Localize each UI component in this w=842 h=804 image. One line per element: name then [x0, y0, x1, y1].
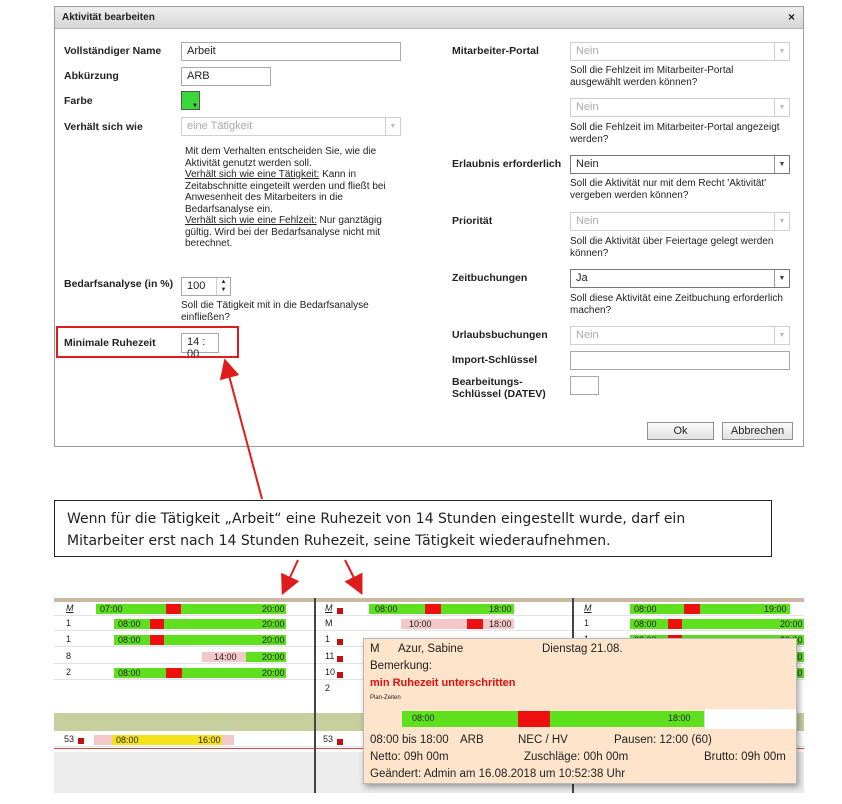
shift-start: 08:00	[375, 604, 398, 614]
tooltip-brutto: Brutto: 09h 00m	[704, 751, 786, 763]
tooltip-bar-start: 08:00	[412, 713, 435, 723]
row-tag: 8	[66, 651, 72, 661]
shift-start: 08:00	[634, 604, 657, 614]
break-marker	[425, 604, 441, 614]
shift-end: 20:00	[262, 668, 285, 678]
shift-start: 10:00	[409, 619, 432, 629]
row-tag: M	[66, 603, 74, 613]
break-marker	[467, 619, 483, 629]
break-marker	[668, 619, 682, 629]
shift-end: 20:00	[262, 652, 285, 662]
shift-tooltip: M Azur, Sabine Dienstag 21.08. Bemerkung…	[363, 638, 797, 784]
shift-bar[interactable]	[96, 604, 286, 614]
break-marker	[166, 668, 182, 678]
tooltip-surcharge: Zuschläge: 00h 00m	[524, 751, 629, 763]
tooltip-date: Dienstag 21.08.	[542, 643, 623, 655]
tooltip-break-marker	[518, 711, 550, 727]
schedule-row[interactable]: M 08:00 19:00	[574, 602, 804, 616]
break-marker	[166, 604, 181, 614]
flag-icon	[78, 738, 84, 744]
shift-end: 20:00	[780, 619, 803, 629]
shift-start: 08:00	[116, 735, 139, 745]
tooltip-netto: Netto: 09h 00m	[370, 751, 449, 763]
tooltip-group: NEC / HV	[518, 734, 568, 746]
shift-start: 08:00	[118, 619, 141, 629]
shift-end: 19:00	[764, 604, 787, 614]
shift-start: 14:00	[214, 652, 237, 662]
shift-start: 07:00	[100, 604, 123, 614]
tooltip-empty-slots	[704, 709, 796, 729]
tooltip-bar-end: 18:00	[668, 713, 691, 723]
row-tag: 2	[66, 667, 72, 677]
row-tag: 2	[325, 683, 331, 693]
row-tag: 1	[325, 634, 331, 644]
tooltip-time-range: 08:00 bis 18:00	[370, 734, 449, 746]
row-tag: 53	[323, 734, 334, 744]
shift-start: 08:00	[118, 635, 141, 645]
shift-end: 16:00	[198, 735, 221, 745]
row-tag: M	[325, 618, 333, 628]
tooltip-code: M	[370, 643, 380, 655]
schedule-row[interactable]: M 08:00 18:00	[317, 602, 575, 616]
row-tag: 1	[584, 618, 590, 628]
row-tag: 53	[64, 734, 75, 744]
flag-icon	[337, 656, 343, 662]
tooltip-changed: Geändert: Admin am 16.08.2018 um 10:52:3…	[370, 768, 626, 780]
tooltip-warning: min Ruhezeit unterschritten	[370, 677, 516, 689]
arrow-right	[344, 559, 363, 595]
flag-icon	[337, 672, 343, 678]
shift-end: 20:00	[262, 619, 285, 629]
shift-start: 08:00	[118, 668, 141, 678]
shift-end: 18:00	[489, 604, 512, 614]
tooltip-remark: Bemerkung:	[370, 660, 433, 672]
arrow-left	[281, 559, 300, 596]
tooltip-plan-bar	[402, 711, 704, 727]
tooltip-pauses: Pausen: 12:00 (60)	[614, 734, 712, 746]
break-marker	[150, 619, 164, 629]
schedule-row[interactable]: 1 08:00 20:00	[574, 617, 804, 631]
schedule-row[interactable]: M 10:00 18:00	[317, 617, 575, 631]
flag-icon	[337, 608, 343, 614]
shift-end: 20:00	[262, 635, 285, 645]
day-separator	[314, 598, 316, 793]
flag-icon	[337, 639, 343, 645]
shift-end: 18:00	[489, 619, 512, 629]
shift-end: 20:00	[262, 604, 285, 614]
arrow-up	[219, 358, 263, 500]
tooltip-plan-label: Plan-Zeiten	[370, 695, 401, 701]
tooltip-employee: Azur, Sabine	[398, 643, 464, 655]
break-marker	[150, 635, 164, 645]
row-tag: 10	[325, 667, 336, 677]
row-tag: 1	[66, 634, 72, 644]
row-tag: 11	[325, 651, 335, 661]
row-tag: M	[325, 603, 333, 613]
flag-icon	[337, 739, 343, 745]
row-tag: M	[584, 603, 592, 613]
explanation-callout: Wenn für die Tätigkeit „Arbeit“ eine Ruh…	[54, 500, 772, 557]
row-tag: 1	[66, 618, 72, 628]
tooltip-activity: ARB	[460, 734, 484, 746]
break-marker	[684, 604, 700, 614]
shift-start: 08:00	[634, 619, 657, 629]
